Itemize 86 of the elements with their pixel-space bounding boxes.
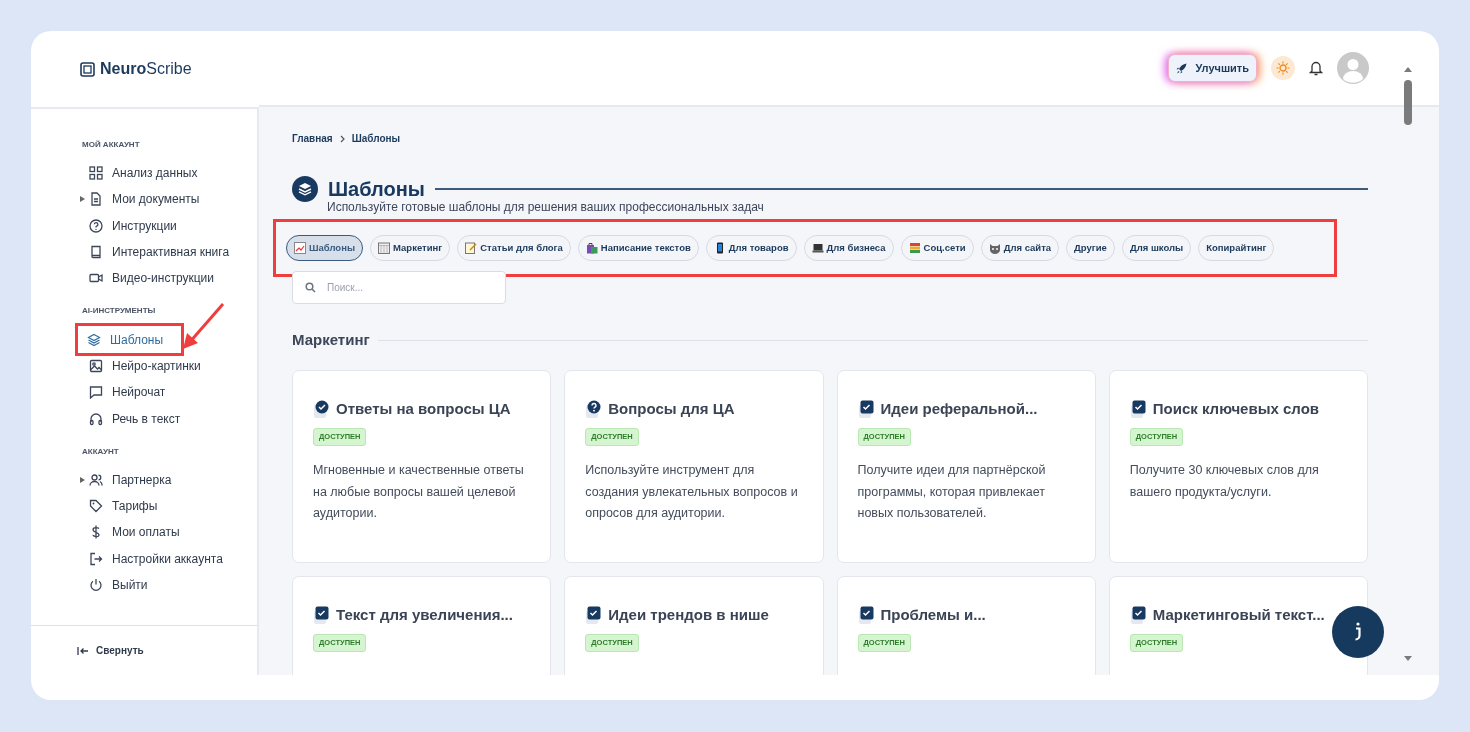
annotation-arrow <box>181 301 227 351</box>
collapse-icon <box>77 645 89 656</box>
sidebar-item[interactable]: Инструкции <box>31 212 177 239</box>
bell-icon[interactable] <box>1309 60 1323 76</box>
sidebar-item[interactable]: Речь в текст <box>31 405 181 432</box>
sidebar-item[interactable]: Шаблоны <box>78 326 181 353</box>
theme-toggle[interactable] <box>1271 56 1295 80</box>
card-title: Маркетинговый текст... <box>1152 604 1325 625</box>
category-tab[interactable]: Статьи для блога <box>457 235 571 262</box>
card-title: Идеи трендов в нише <box>608 604 769 625</box>
sidebar-item[interactable]: Нейро-картинки <box>31 352 201 380</box>
page-subtitle: Используйте готовые шаблоны для решения ваших профессиональных задач <box>327 199 765 216</box>
sidebar-item[interactable]: Нейрочат <box>31 379 166 406</box>
card-title: Текст для увеличения... <box>336 604 513 625</box>
sidebar-item[interactable]: Мои документы <box>31 186 200 213</box>
card-description: Получите идеи для партнёрской программы, которая привлекает новых пользователей. <box>857 462 1047 522</box>
check-circle-icon <box>313 399 330 419</box>
layers-icon <box>292 176 318 202</box>
sun-icon <box>1276 61 1290 75</box>
checkbox-icon <box>313 605 330 625</box>
category-tab[interactable]: Для школы <box>1121 235 1192 262</box>
sidebar-item[interactable]: Мои оплаты <box>31 519 180 546</box>
checkbox-icon <box>1129 399 1147 419</box>
books-icon <box>908 242 921 255</box>
category-tab[interactable]: Маркетинг <box>370 235 451 262</box>
checkbox-icon <box>857 605 875 625</box>
calendar-icon <box>378 242 391 255</box>
collapse-button[interactable]: Свернуть <box>31 625 257 675</box>
sidebar-item[interactable]: Настройки аккаунта <box>31 545 223 572</box>
section-heading: АККАУНТ <box>81 445 120 458</box>
logo-text: NeuroScribe <box>100 59 192 79</box>
section-heading: AI-ИНСТРУМЕНТЫ <box>81 305 157 318</box>
laptop-icon <box>811 242 824 255</box>
breadcrumb-link[interactable]: Главная <box>292 131 333 146</box>
power-icon <box>89 578 103 592</box>
card-title: Проблемы и... <box>880 604 986 625</box>
chat-button[interactable] <box>1332 606 1384 658</box>
breadcrumb-current: Шаблоны <box>351 132 401 146</box>
tag-icon <box>89 499 103 514</box>
category-tab[interactable]: Соц.сети <box>900 235 974 262</box>
document-icon <box>89 192 103 207</box>
card-title: Ответы на вопросы ЦА <box>336 398 511 419</box>
logo-icon <box>80 61 95 77</box>
question-circle-icon <box>585 399 603 419</box>
image-icon <box>89 358 103 373</box>
sidebar-item[interactable]: Интерактивная книга <box>31 238 230 266</box>
category-tab[interactable]: Написание текстов <box>577 235 699 262</box>
chevron-icon <box>339 134 345 143</box>
sidebar-item[interactable]: Видео-инструкции <box>31 265 214 292</box>
checkbox-icon <box>585 605 603 625</box>
upgrade-button[interactable]: Улучшить <box>1168 53 1257 83</box>
category-tab[interactable]: Для сайта <box>980 235 1060 262</box>
bag-icon <box>585 242 598 255</box>
sidebar-item[interactable]: Анализ данных <box>31 160 198 187</box>
category-tab[interactable]: Для товаров <box>705 235 797 262</box>
headphones-icon <box>89 411 103 426</box>
section-heading: МОЙ АККАУНТ <box>81 139 141 151</box>
grid-icon <box>89 166 103 181</box>
category-tab[interactable]: Другие <box>1066 235 1115 262</box>
sidebar-item[interactable]: Тарифы <box>31 492 158 520</box>
users-icon <box>89 472 103 487</box>
checkbox-icon <box>1129 605 1147 625</box>
card-title: Поиск ключевых слов <box>1152 398 1320 419</box>
question-icon <box>89 218 103 233</box>
rocket-icon <box>1176 62 1188 74</box>
sidebar-item[interactable]: Партнерка <box>31 466 172 493</box>
layers-icon <box>87 332 101 347</box>
card-description: Мгновенные и качественные ответы на любые вопросы вашей целевой аудитории. <box>313 462 525 522</box>
chart-icon <box>294 242 306 255</box>
checkbox-icon <box>857 399 875 419</box>
search-field[interactable]: Поиск... <box>292 271 506 305</box>
category-tab[interactable]: Для бизнеса <box>803 235 894 262</box>
category-tab[interactable]: Копирайтинг <box>1198 235 1275 262</box>
card-description: Используйте инструмент для создания увлекательных вопросов и опросов для аудитории. <box>585 462 799 522</box>
card-title: Вопросы для ЦА <box>608 398 735 419</box>
cat-face-icon <box>988 242 1001 255</box>
card-description: Получите 30 ключевых слов для вашего продукта/услуги. <box>1129 462 1320 501</box>
chat-icon <box>89 385 103 400</box>
section-title: Маркетинг <box>292 330 370 351</box>
book-icon <box>89 245 103 260</box>
category-tab[interactable]: Шаблоны <box>286 235 364 262</box>
logout-icon <box>89 551 103 566</box>
page-title: Шаблоны <box>328 177 425 201</box>
card-title: Идеи реферальной... <box>880 398 1038 419</box>
notepad-icon <box>465 242 478 255</box>
sidebar-item[interactable]: Выйти <box>31 571 148 599</box>
